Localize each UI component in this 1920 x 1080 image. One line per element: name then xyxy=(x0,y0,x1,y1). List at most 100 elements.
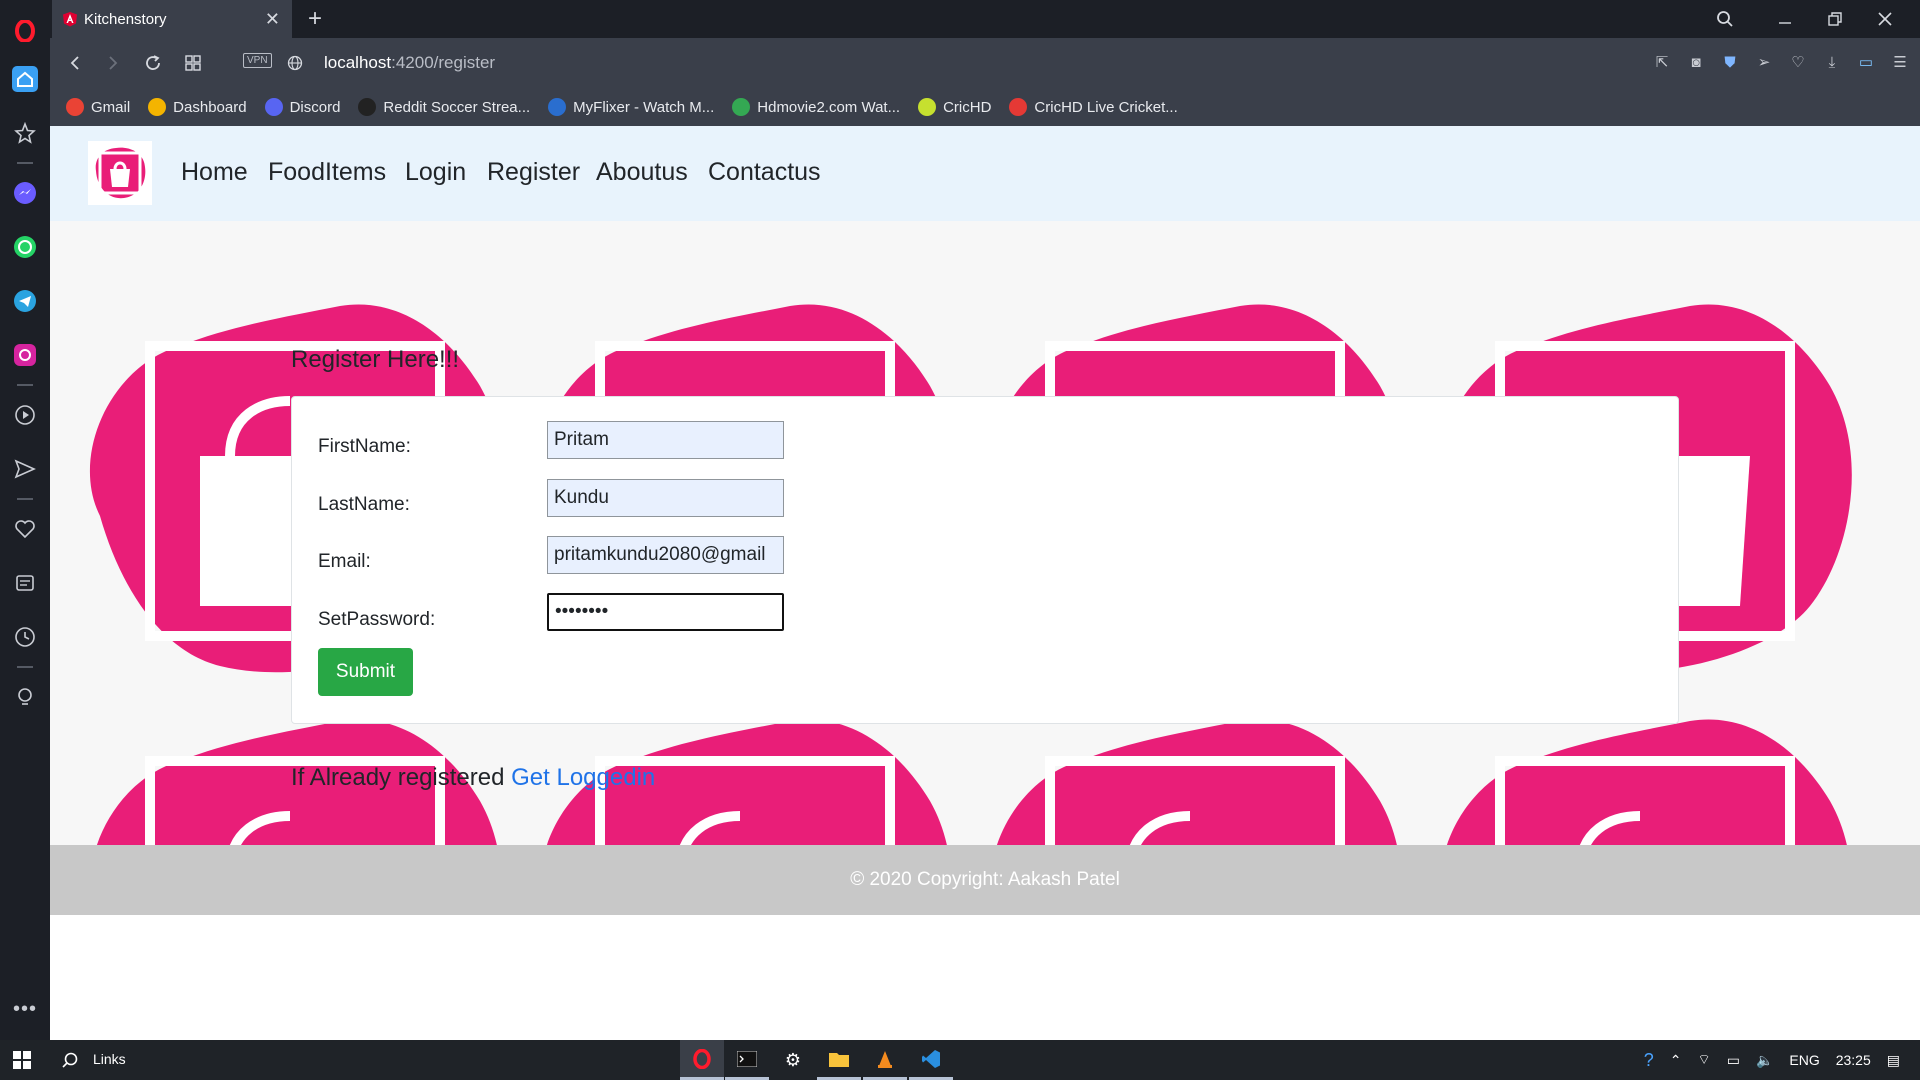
register-heading: Register Here!!! xyxy=(291,346,460,373)
battery-saver-icon[interactable]: ▭ xyxy=(1856,51,1876,73)
lightbulb-icon[interactable] xyxy=(0,670,50,724)
battery-icon[interactable]: ▭ xyxy=(1727,1052,1740,1069)
clock[interactable]: 23:25 xyxy=(1836,1052,1871,1068)
easy-setup-icon[interactable]: ☰ xyxy=(1890,51,1910,73)
tabs-grid-icon[interactable] xyxy=(180,50,206,76)
nav-aboutus[interactable]: Aboutus xyxy=(596,158,688,187)
url-host: localhost xyxy=(324,53,392,72)
bookmark-item[interactable]: Hdmovie2.com Wat... xyxy=(732,98,900,116)
taskbar-opera-icon[interactable] xyxy=(680,1040,724,1080)
language-indicator[interactable]: ENG xyxy=(1789,1052,1819,1068)
bookmark-favicon-icon xyxy=(66,98,84,116)
restore-icon[interactable] xyxy=(1810,0,1860,38)
news-icon[interactable] xyxy=(0,556,50,610)
bookmark-item[interactable]: CricHD Live Cricket... xyxy=(1009,98,1178,116)
close-icon[interactable] xyxy=(1860,0,1910,38)
instagram-icon[interactable] xyxy=(0,328,50,382)
nav-login[interactable]: Login xyxy=(405,158,466,187)
sidebar-divider xyxy=(17,384,33,386)
web-page: Home FoodItems Login Register Aboutus Co… xyxy=(50,126,1920,1040)
email-label: Email: xyxy=(318,551,371,572)
history-icon[interactable] xyxy=(0,610,50,664)
lastname-label: LastName: xyxy=(318,494,410,515)
taskbar-vlc-icon[interactable] xyxy=(863,1040,907,1080)
system-tray: ? ⌃ ⌔ ▭ 🔈 ENG 23:25 ▤ xyxy=(1636,1040,1920,1080)
windows-taskbar: Links ⚙ ? ⌃ ⌔ ▭ 🔈 ENG 23:25 ▤ xyxy=(0,1040,1920,1080)
camera-icon[interactable]: ◙ xyxy=(1686,51,1706,73)
bookmark-item[interactable]: MyFlixer - Watch M... xyxy=(548,98,714,116)
bookmarks-bar: Gmail Dashboard Discord Reddit Soccer Strea… xyxy=(50,88,1920,126)
adblock-shield-icon[interactable]: ⛊ xyxy=(1720,51,1740,73)
bookmark-favicon-icon xyxy=(264,98,283,116)
nav-register[interactable]: Register xyxy=(487,158,580,187)
tab-bar: Kitchenstory ✕ + xyxy=(50,0,1920,38)
opera-logo-icon[interactable] xyxy=(0,10,50,52)
bookmark-item[interactable]: Discord xyxy=(264,98,340,116)
chevron-up-icon[interactable]: ⌃ xyxy=(1670,1052,1682,1069)
player-icon[interactable] xyxy=(0,388,50,442)
flow-send-icon[interactable]: ➢ xyxy=(1754,51,1774,73)
bookmark-heart-icon[interactable]: ♡ xyxy=(1788,51,1808,73)
search-icon[interactable] xyxy=(1700,0,1750,38)
taskbar-settings-icon[interactable]: ⚙ xyxy=(771,1040,815,1080)
tab-kitchenstory[interactable]: Kitchenstory ✕ xyxy=(52,0,292,38)
volume-icon[interactable]: 🔈 xyxy=(1756,1052,1773,1069)
submit-button[interactable]: Submit xyxy=(318,648,413,696)
forward-icon[interactable] xyxy=(100,50,126,76)
get-loggedin-link[interactable]: Get Loggedin xyxy=(511,764,655,791)
toolbar-icons: ⇱ ◙ ⛊ ➢ ♡ ⤓ ▭ ☰ xyxy=(1652,51,1910,73)
telegram-icon[interactable] xyxy=(0,274,50,328)
firstname-input[interactable] xyxy=(547,421,784,459)
bookmark-item[interactable]: Reddit Soccer Strea... xyxy=(358,98,530,116)
taskbar-search-icon[interactable] xyxy=(48,1040,92,1080)
reload-icon[interactable] xyxy=(140,50,166,76)
home-icon[interactable] xyxy=(0,52,50,106)
heart-icon[interactable] xyxy=(0,502,50,556)
back-icon[interactable] xyxy=(62,50,88,76)
send-icon[interactable] xyxy=(0,442,50,496)
password-input[interactable] xyxy=(547,593,784,631)
globe-icon xyxy=(282,50,308,76)
speed-dial-icon[interactable] xyxy=(0,106,50,160)
sidebar-divider xyxy=(17,162,33,164)
notifications-icon[interactable]: ▤ xyxy=(1887,1052,1900,1069)
sidebar-divider xyxy=(17,666,33,668)
kitchenstory-logo[interactable] xyxy=(88,141,152,205)
taskbar-terminal-icon[interactable] xyxy=(725,1040,769,1080)
nav-contactus[interactable]: Contactus xyxy=(708,158,821,187)
bookmark-favicon-icon xyxy=(358,98,377,116)
more-icon[interactable]: ••• xyxy=(0,982,50,1036)
bookmark-item[interactable]: CricHD xyxy=(918,98,991,116)
tab-close-icon[interactable]: ✕ xyxy=(265,9,280,30)
bookmark-favicon-icon xyxy=(548,98,567,116)
whatsapp-icon[interactable] xyxy=(0,220,50,274)
nav-fooditems[interactable]: FoodItems xyxy=(268,158,386,187)
bookmark-item[interactable]: Gmail xyxy=(66,98,130,116)
bookmark-item[interactable]: Dashboard xyxy=(148,98,247,116)
windows-start-icon[interactable] xyxy=(0,1040,44,1080)
screen: ••• Kitchenstory ✕ + VPN localhost:4200/… xyxy=(0,0,1920,1080)
help-icon[interactable]: ? xyxy=(1644,1050,1654,1071)
url-path: :4200/register xyxy=(391,53,496,72)
taskbar-vscode-icon[interactable] xyxy=(909,1040,953,1080)
new-tab-button[interactable]: + xyxy=(308,5,322,33)
wifi-icon[interactable]: ⌔ xyxy=(1698,1051,1711,1069)
nav-home[interactable]: Home xyxy=(181,158,248,187)
bookmark-favicon-icon xyxy=(732,98,751,116)
taskbar-search-label[interactable]: Links xyxy=(93,1051,126,1067)
share-icon[interactable]: ⇱ xyxy=(1652,51,1672,73)
bookmark-label: CricHD Live Cricket... xyxy=(1034,98,1178,116)
messenger-icon[interactable] xyxy=(0,166,50,220)
minimize-icon[interactable] xyxy=(1760,0,1810,38)
download-icon[interactable]: ⤓ xyxy=(1822,51,1842,73)
lastname-input[interactable] xyxy=(547,479,784,517)
url-field[interactable]: localhost:4200/register xyxy=(324,53,495,73)
taskbar-file-explorer-icon[interactable] xyxy=(817,1040,861,1080)
bookmark-label: MyFlixer - Watch M... xyxy=(573,98,715,116)
vpn-badge[interactable]: VPN xyxy=(243,53,272,68)
address-bar: VPN localhost:4200/register ⇱ ◙ ⛊ ➢ ♡ ⤓ … xyxy=(50,38,1920,88)
bookmark-favicon-icon xyxy=(148,98,167,116)
bookmark-label: CricHD xyxy=(943,98,992,116)
email-input[interactable] xyxy=(547,536,784,574)
bookmark-favicon-icon xyxy=(918,98,937,116)
